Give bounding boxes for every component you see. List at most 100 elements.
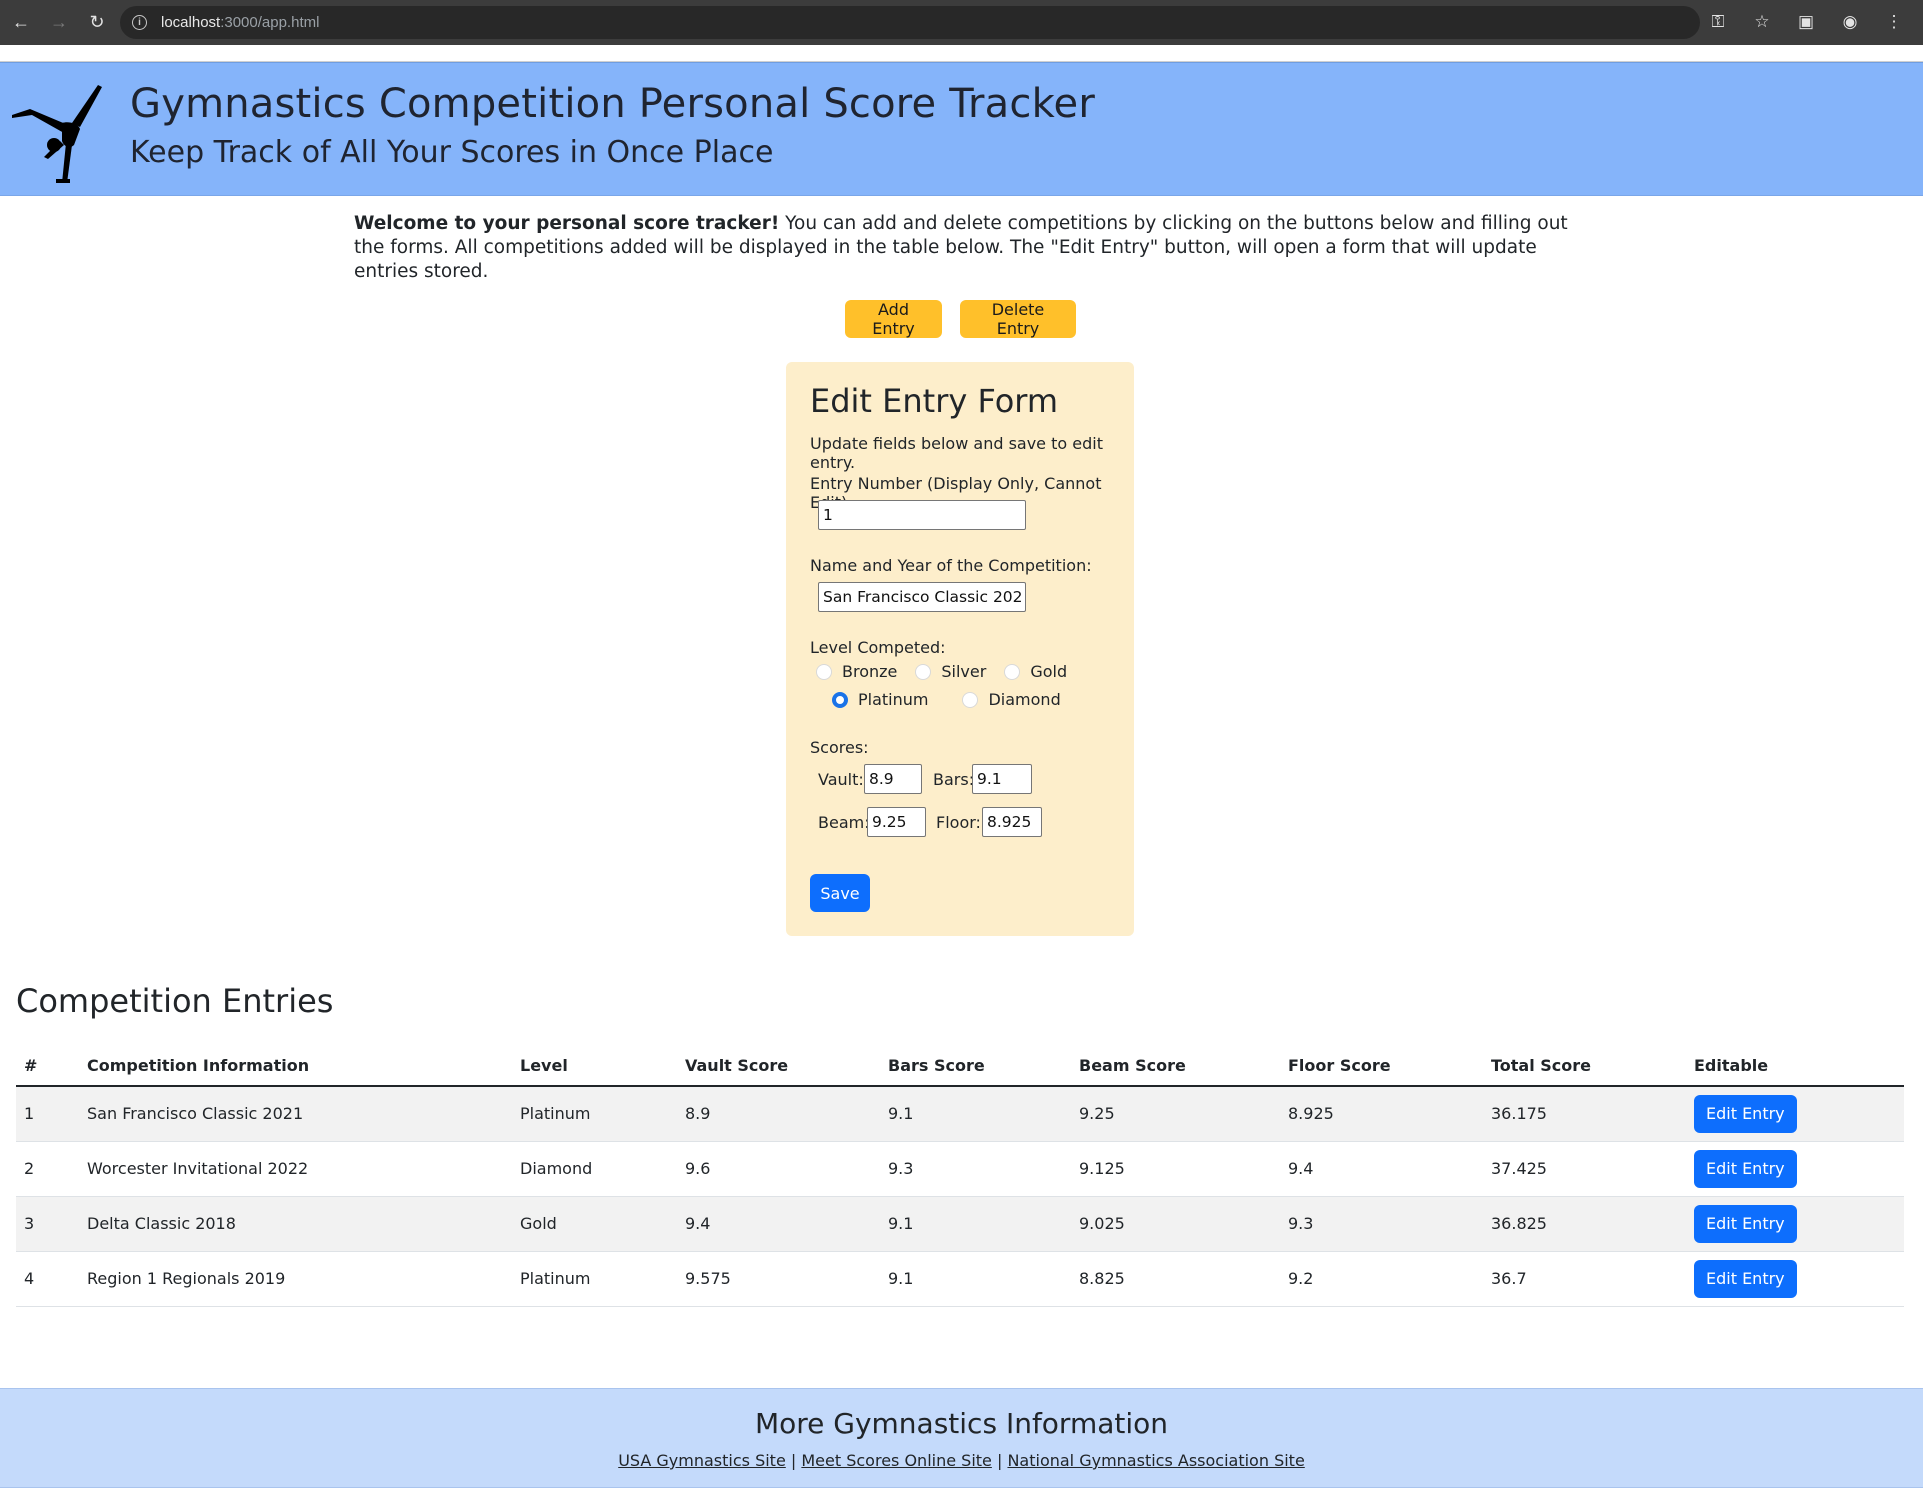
site-header: Gymnastics Competition Personal Score Tr… — [0, 62, 1923, 196]
cell-vault: 9.4 — [677, 1196, 880, 1252]
level-radio-row-2: Platinum Diamond — [832, 690, 1061, 709]
column-header-bars: Bars Score — [880, 1046, 1071, 1087]
cell-number: 3 — [16, 1196, 79, 1252]
save-button[interactable]: Save — [810, 874, 870, 912]
page-subtitle: Keep Track of All Your Scores in Once Pl… — [130, 135, 774, 170]
link-separator: | — [790, 1451, 797, 1470]
cell-total: 37.425 — [1483, 1141, 1686, 1197]
table-row: 4 Region 1 Regionals 2019 Platinum 9.575… — [16, 1251, 1904, 1307]
radio-gold[interactable] — [1004, 663, 1021, 680]
column-header-number: # — [16, 1046, 79, 1087]
cell-total: 36.7 — [1483, 1251, 1686, 1307]
column-header-level: Level — [512, 1046, 677, 1087]
level-option-bronze[interactable]: Bronze — [816, 662, 897, 681]
page-top-strip — [0, 45, 1923, 62]
cell-floor: 8.925 — [1280, 1086, 1483, 1142]
reload-icon[interactable]: ↻ — [80, 6, 114, 40]
vault-label: Vault: — [818, 770, 864, 789]
edit-entry-button[interactable]: Edit Entry — [1694, 1259, 1797, 1298]
table-row: 3 Delta Classic 2018 Gold 9.4 9.1 9.025 … — [16, 1196, 1904, 1252]
level-option-silver[interactable]: Silver — [915, 662, 986, 681]
cell-bars: 9.3 — [880, 1141, 1071, 1197]
column-header-beam: Beam Score — [1071, 1046, 1280, 1087]
edit-entry-form: Edit Entry Form Update fields below and … — [786, 362, 1134, 936]
cell-level: Gold — [512, 1196, 677, 1252]
table-header-row: # Competition Information Level Vault Sc… — [16, 1046, 1904, 1087]
cell-vault: 9.6 — [677, 1141, 880, 1197]
address-bar[interactable]: i localhost:3000/app.html — [120, 6, 1700, 39]
usa-gymnastics-link[interactable]: USA Gymnastics Site — [618, 1451, 786, 1470]
star-icon[interactable]: ☆ — [1747, 6, 1777, 38]
radio-label-platinum: Platinum — [858, 690, 929, 709]
url-path: :3000/app.html — [220, 14, 320, 31]
radio-label-bronze: Bronze — [842, 662, 898, 681]
intro-bold: Welcome to your personal score tracker! — [354, 213, 780, 234]
browser-toolbar: ← → ↻ i localhost:3000/app.html ⚿ ☆ ▣ ◉ … — [0, 0, 1923, 45]
floor-label: Floor: — [936, 813, 981, 832]
footer-title: More Gymnastics Information — [754, 1407, 1169, 1440]
radio-silver[interactable] — [915, 663, 932, 680]
cell-floor: 9.4 — [1280, 1141, 1483, 1197]
bars-score-field[interactable] — [972, 764, 1032, 794]
back-icon[interactable]: ← — [4, 6, 38, 40]
competition-entries-table: # Competition Information Level Vault Sc… — [16, 1046, 1904, 1307]
radio-label-gold: Gold — [1030, 662, 1068, 681]
floor-score-field[interactable] — [982, 807, 1042, 837]
cell-editable: Edit Entry — [1686, 1251, 1904, 1307]
cell-competition: San Francisco Classic 2021 — [79, 1086, 512, 1142]
level-option-gold[interactable]: Gold — [1004, 662, 1067, 681]
cell-total: 36.175 — [1483, 1086, 1686, 1142]
forward-icon[interactable]: → — [42, 6, 76, 40]
cell-competition: Worcester Invitational 2022 — [79, 1141, 512, 1197]
radio-diamond[interactable] — [962, 691, 979, 708]
page-title: Gymnastics Competition Personal Score Tr… — [130, 81, 1095, 127]
column-header-vault: Vault Score — [677, 1046, 880, 1087]
level-option-platinum[interactable]: Platinum — [832, 690, 928, 709]
form-title: Edit Entry Form — [810, 382, 1059, 420]
cell-editable: Edit Entry — [1686, 1141, 1904, 1197]
column-header-total: Total Score — [1483, 1046, 1686, 1087]
entry-actions: Add Entry Delete Entry — [845, 300, 1076, 338]
kebab-menu-icon[interactable]: ⋮ — [1879, 6, 1909, 38]
table-row: 2 Worcester Invitational 2022 Diamond 9.… — [16, 1141, 1904, 1197]
cell-editable: Edit Entry — [1686, 1086, 1904, 1142]
level-option-diamond[interactable]: Diamond — [962, 690, 1061, 709]
vault-score-field[interactable] — [864, 764, 922, 794]
edit-entry-button[interactable]: Edit Entry — [1694, 1204, 1797, 1243]
column-header-competition: Competition Information — [79, 1046, 512, 1087]
cell-competition: Delta Classic 2018 — [79, 1196, 512, 1252]
cell-vault: 9.575 — [677, 1251, 880, 1307]
site-info-icon[interactable]: i — [132, 15, 147, 30]
level-label: Level Competed: — [810, 638, 946, 657]
cell-bars: 9.1 — [880, 1086, 1071, 1142]
url-host: localhost — [161, 14, 221, 31]
link-separator: | — [996, 1451, 1003, 1470]
cell-floor: 9.3 — [1280, 1196, 1483, 1252]
national-gymnastics-association-link[interactable]: National Gymnastics Association Site — [1007, 1451, 1304, 1470]
column-header-floor: Floor Score — [1280, 1046, 1483, 1087]
tab-search-icon[interactable]: ▣ — [1791, 6, 1821, 38]
cell-beam: 9.25 — [1071, 1086, 1280, 1142]
radio-platinum[interactable] — [832, 691, 848, 708]
edit-entry-button[interactable]: Edit Entry — [1694, 1094, 1797, 1133]
cell-beam: 8.825 — [1071, 1251, 1280, 1307]
level-radio-row-1: Bronze Silver Gold — [816, 662, 1067, 681]
cell-bars: 9.1 — [880, 1196, 1071, 1252]
competition-name-field[interactable] — [818, 582, 1026, 612]
cell-number: 1 — [16, 1086, 79, 1142]
edit-entry-button[interactable]: Edit Entry — [1694, 1149, 1797, 1188]
key-icon[interactable]: ⚿ — [1703, 6, 1733, 38]
delete-entry-button[interactable]: Delete Entry — [960, 300, 1076, 338]
cell-beam: 9.125 — [1071, 1141, 1280, 1197]
entry-number-field[interactable] — [818, 500, 1026, 530]
meet-scores-online-link[interactable]: Meet Scores Online Site — [801, 1451, 992, 1470]
beam-score-field[interactable] — [867, 807, 926, 837]
cell-competition: Region 1 Regionals 2019 — [79, 1251, 512, 1307]
form-description: Update fields below and save to edit ent… — [810, 434, 1103, 472]
profile-icon[interactable]: ◉ — [1835, 6, 1865, 38]
add-entry-button[interactable]: Add Entry — [845, 300, 942, 338]
radio-bronze[interactable] — [816, 663, 832, 680]
radio-label-silver: Silver — [941, 662, 987, 681]
cell-bars: 9.1 — [880, 1251, 1071, 1307]
cell-number: 4 — [16, 1251, 79, 1307]
